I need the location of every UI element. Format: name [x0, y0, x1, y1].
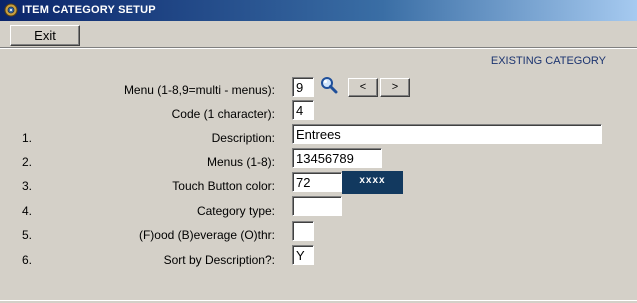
sort-by-description-label: Sort by Description?: — [163, 253, 275, 267]
menu-label: Menu (1-8,9=multi - menus): — [123, 83, 275, 97]
color-swatch[interactable]: xxxx — [342, 171, 403, 194]
toolbar-divider — [0, 47, 637, 49]
exit-button[interactable]: Exit — [10, 25, 80, 46]
previous-button[interactable]: < — [348, 78, 378, 97]
food-beverage-other-label: (F)ood (B)everage (O)thr: — [138, 228, 275, 242]
description-field[interactable]: Entrees — [292, 124, 602, 144]
touch-button-color-field[interactable]: 72 — [292, 172, 342, 192]
menus-label: Menus (1-8): — [206, 155, 275, 169]
window-title: ITEM CATEGORY SETUP — [22, 4, 156, 16]
row-number: 1. — [22, 131, 33, 145]
sort-by-description-field[interactable]: Y — [292, 245, 314, 265]
food-beverage-other-field[interactable] — [292, 221, 314, 241]
status-label: EXISTING CATEGORY — [490, 55, 606, 67]
code-label: Code (1 character): — [171, 107, 275, 121]
row-number: 2. — [22, 155, 33, 169]
app-gear-icon — [4, 3, 18, 17]
magnifier-icon[interactable] — [319, 76, 339, 94]
row-number: 5. — [22, 228, 33, 242]
menu-field[interactable]: 9 — [292, 77, 314, 97]
title-bar: ITEM CATEGORY SETUP — [0, 0, 637, 21]
menus-field[interactable]: 13456789 — [292, 148, 382, 168]
row-number: 4. — [22, 204, 33, 218]
bottom-border — [0, 300, 637, 301]
row-number: 3. — [22, 179, 33, 193]
row-number: 6. — [22, 253, 33, 267]
description-label: Description: — [211, 131, 275, 145]
category-type-label: Category type: — [196, 204, 275, 218]
code-field[interactable]: 4 — [292, 100, 314, 120]
category-type-field[interactable] — [292, 196, 342, 216]
touch-button-color-label: Touch Button color: — [172, 179, 275, 193]
next-button[interactable]: > — [380, 78, 410, 97]
